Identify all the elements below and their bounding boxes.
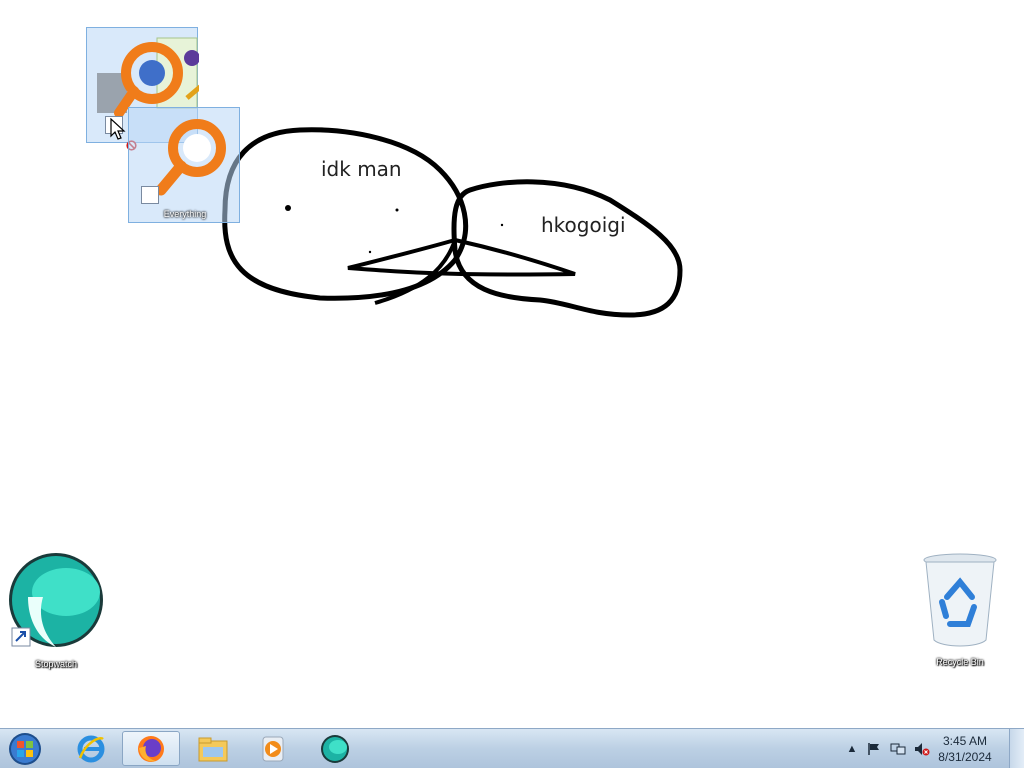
network-icon[interactable] bbox=[890, 741, 906, 757]
recycle-bin-icon bbox=[923, 553, 997, 647]
internet-explorer-icon bbox=[77, 735, 105, 762]
taskbar: ▲ 3:45 AM 8/31/2024 bbox=[0, 728, 1024, 768]
icon-label-recycle-bin: Recycle Bin bbox=[936, 657, 984, 667]
everything-icon bbox=[155, 119, 226, 196]
stopwatch-icon bbox=[9, 553, 103, 647]
file-explorer-icon bbox=[198, 737, 228, 761]
system-clock[interactable]: 3:45 AM 8/31/2024 bbox=[930, 733, 1000, 765]
media-player-icon bbox=[262, 736, 284, 761]
clock-date: 8/31/2024 bbox=[938, 750, 992, 764]
show-hidden-icons-button[interactable]: ▲ bbox=[844, 741, 860, 757]
taskbar-file-explorer[interactable] bbox=[184, 731, 242, 766]
show-desktop-button[interactable] bbox=[1009, 729, 1024, 768]
dot bbox=[395, 208, 399, 212]
dot bbox=[368, 250, 372, 254]
drawn-text-idk-man: idk man bbox=[321, 157, 402, 181]
taskbar-stopwatch[interactable] bbox=[306, 731, 364, 766]
desktop[interactable]: idk man hkogoigi Everything Stopwatch Re… bbox=[0, 0, 1024, 728]
desktop-icon-recycle-bin[interactable]: Recycle Bin bbox=[912, 552, 1008, 667]
icon-label-stopwatch: Stopwatch bbox=[34, 659, 78, 669]
shortcut-arrow-icon bbox=[141, 186, 159, 204]
drawn-text-hkogoigi: hkogoigi bbox=[541, 213, 626, 237]
stopwatch-app-icon bbox=[321, 734, 349, 763]
desktop-icon-stopwatch[interactable]: Stopwatch bbox=[8, 552, 104, 669]
taskbar-firefox[interactable] bbox=[122, 731, 180, 766]
dot bbox=[285, 205, 291, 211]
icon-label-everything: Everything bbox=[163, 209, 207, 219]
volume-muted-icon[interactable] bbox=[914, 741, 930, 757]
taskbar-media-player[interactable] bbox=[244, 731, 302, 766]
start-orb-icon bbox=[9, 733, 41, 765]
taskbar-internet-explorer[interactable] bbox=[62, 731, 120, 766]
action-center-flag-icon[interactable] bbox=[866, 741, 882, 757]
mouse-cursor-icon bbox=[110, 118, 126, 140]
firefox-icon bbox=[138, 735, 164, 762]
dot bbox=[500, 223, 504, 227]
start-button[interactable] bbox=[4, 731, 46, 767]
desktop-icon-everything[interactable]: Everything bbox=[128, 107, 240, 223]
clock-time: 3:45 AM bbox=[942, 734, 988, 748]
